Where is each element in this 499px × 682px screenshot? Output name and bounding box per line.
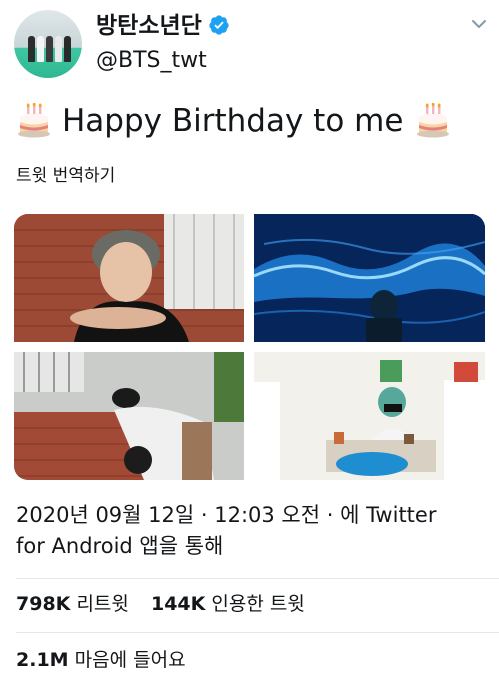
avatar[interactable] — [14, 10, 82, 78]
tweet-photo-2[interactable] — [254, 214, 485, 342]
tweet-photo-1[interactable] — [14, 214, 244, 342]
birthday-cake-icon — [417, 103, 450, 138]
quote-count[interactable]: 144K — [151, 593, 205, 615]
retweet-label[interactable]: 리트윗 — [76, 593, 128, 615]
media-grid — [14, 214, 485, 480]
like-count[interactable]: 2.1M — [16, 649, 69, 671]
birthday-cake-icon — [18, 103, 50, 138]
divider — [16, 578, 499, 579]
chevron-down-icon[interactable] — [471, 18, 487, 30]
display-name[interactable]: 방탄소년단 — [96, 12, 202, 40]
quote-label[interactable]: 인용한 트윗 — [211, 593, 304, 615]
verified-badge-icon — [209, 15, 229, 35]
translate-tweet-link[interactable]: 트윗 번역하기 — [16, 165, 115, 187]
like-stats: 2.1M 마음에 들어요 — [16, 646, 186, 674]
user-handle[interactable]: @BTS_twt — [96, 48, 207, 74]
tweet-timestamp[interactable]: 2020년 09월 12일 · 12:03 오전 · 에 Twitter for… — [16, 500, 456, 562]
divider — [16, 632, 499, 633]
retweet-count[interactable]: 798K — [16, 593, 70, 615]
tweet-photo-3[interactable] — [14, 352, 244, 480]
like-label[interactable]: 마음에 들어요 — [75, 649, 186, 671]
tweet-text-content: Happy Birthday to me — [62, 103, 404, 139]
tweet-stats: 798K 리트윗 144K 인용한 트윗 — [16, 590, 305, 618]
tweet-photo-4[interactable] — [254, 352, 485, 480]
tweet-text: Happy Birthday to me — [16, 100, 451, 142]
